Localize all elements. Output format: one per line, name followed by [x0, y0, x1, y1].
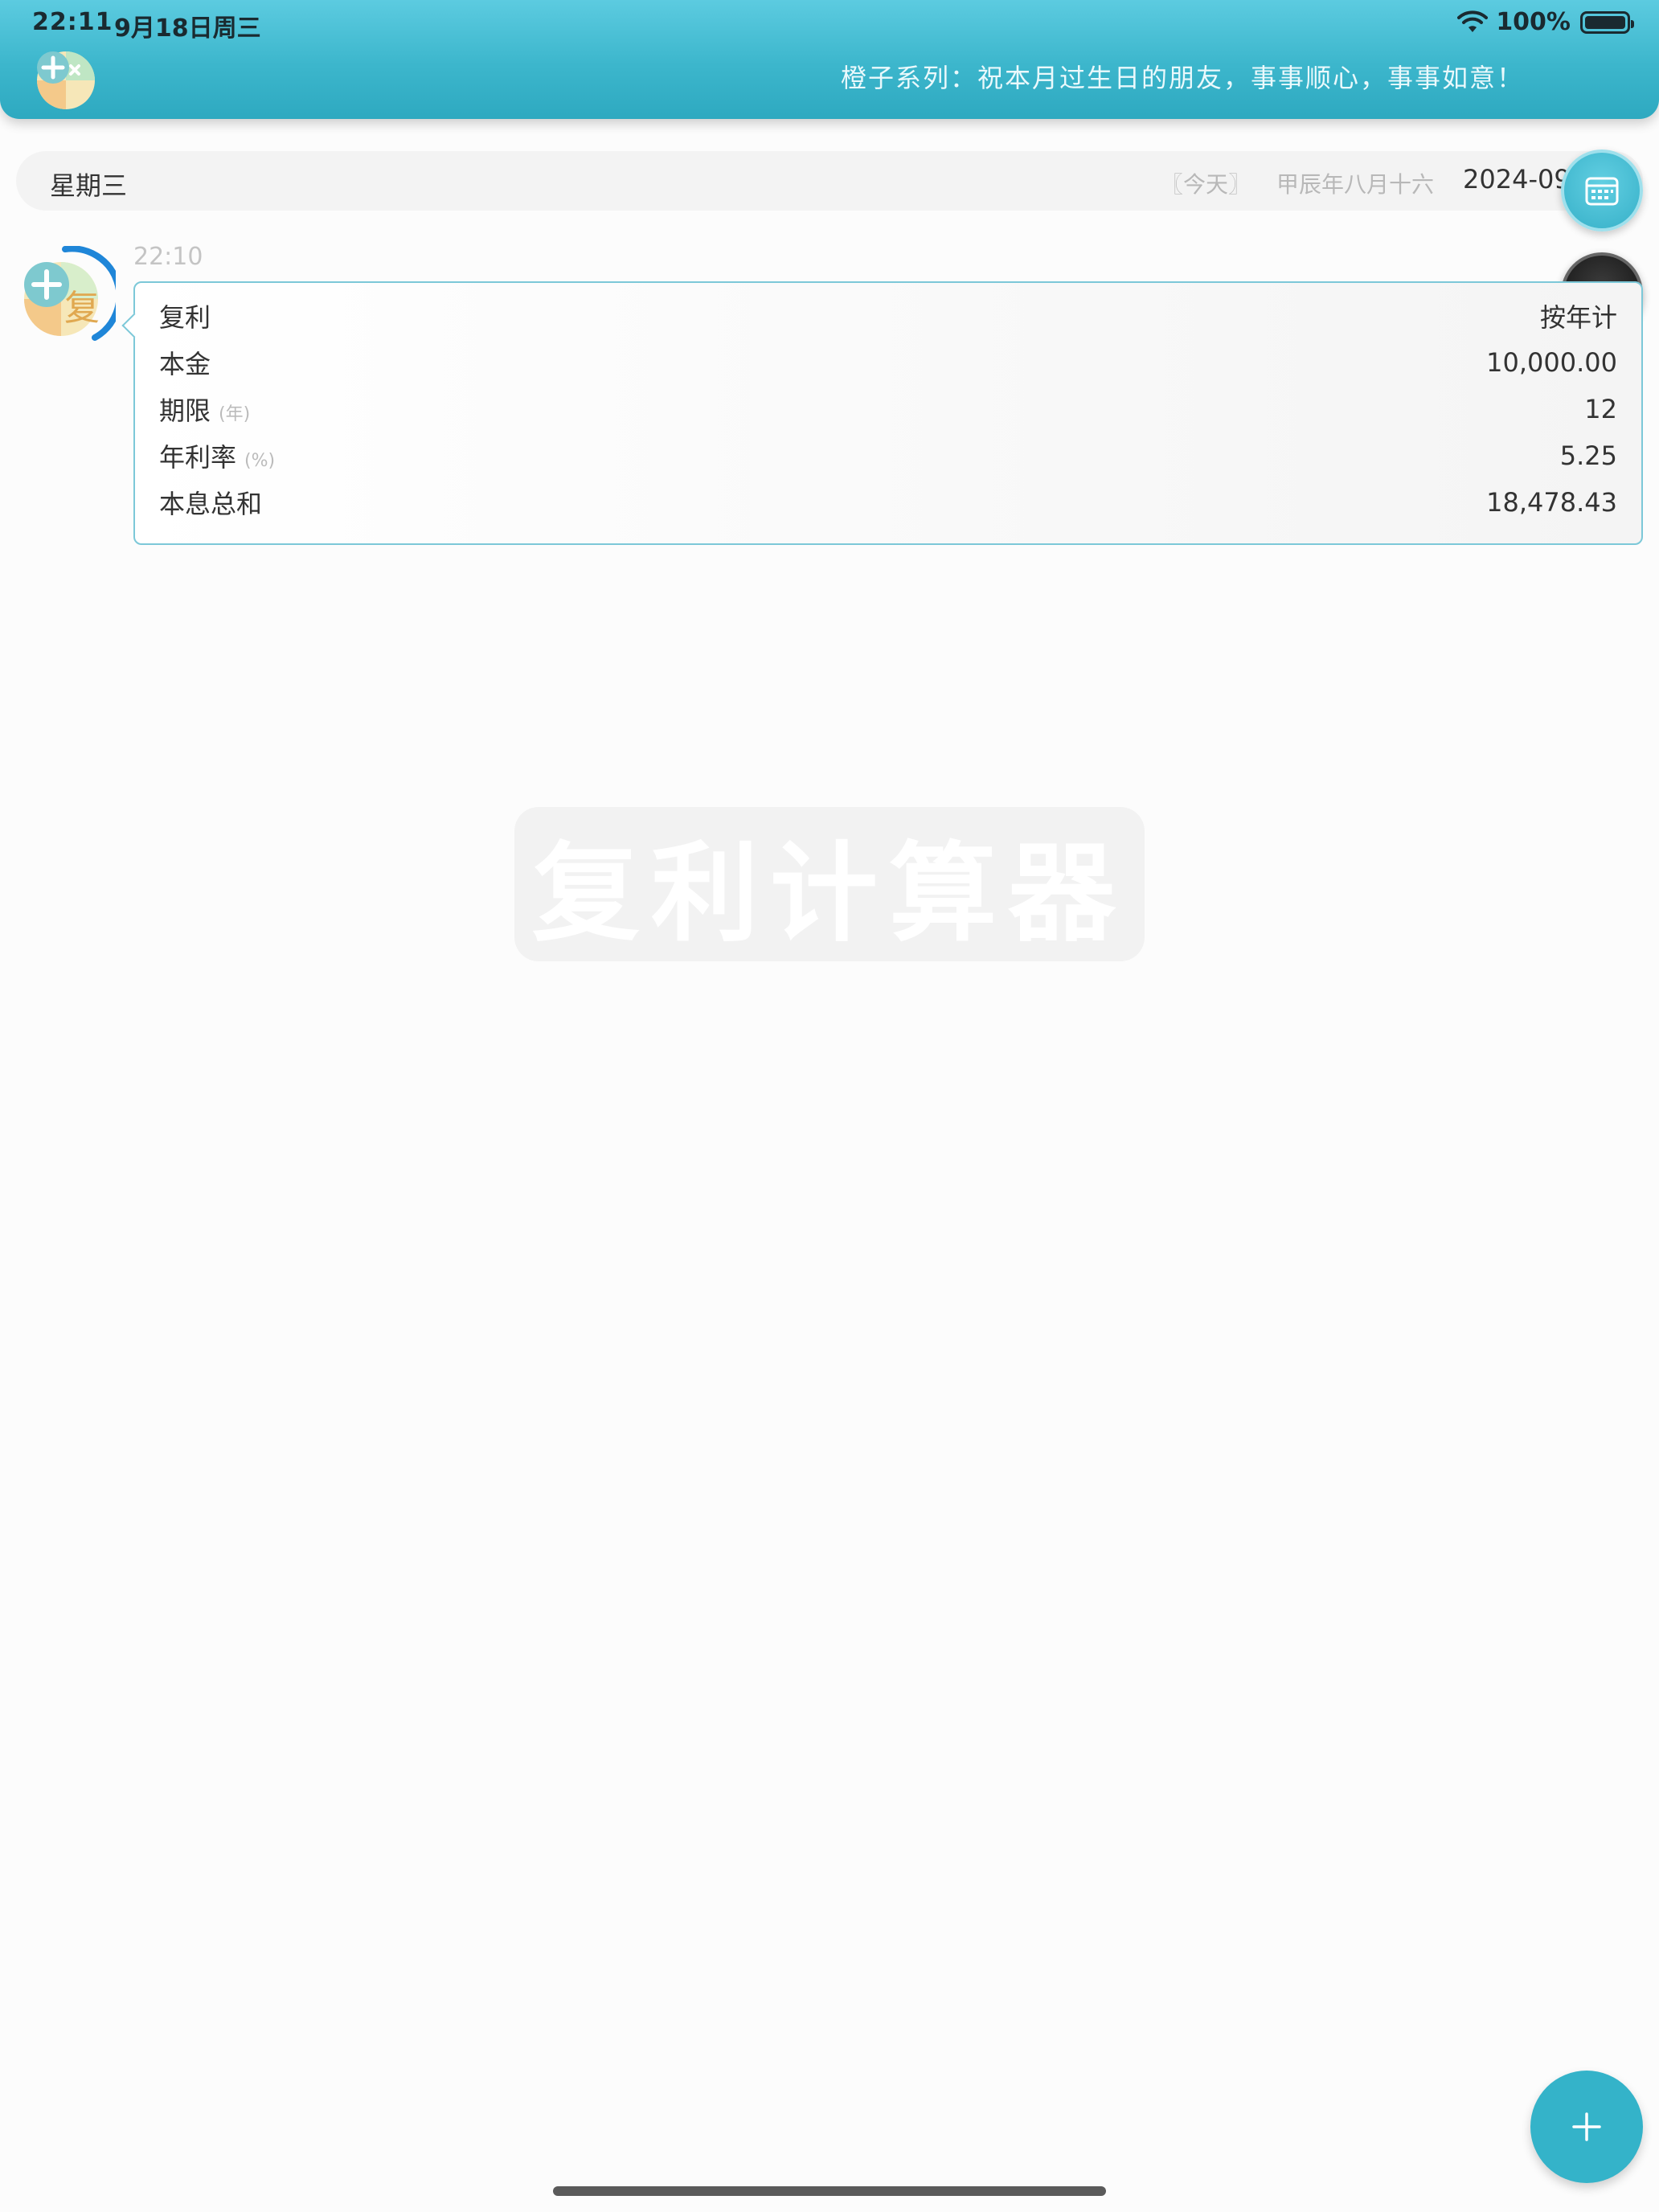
result-label: 本息总和: [159, 489, 263, 519]
plus-icon: [1572, 2112, 1601, 2141]
result-value: 5.25: [1559, 440, 1617, 471]
add-button[interactable]: [1530, 2071, 1643, 2183]
watermark-text: 复利计算器: [531, 831, 1127, 956]
result-value: 10,000.00: [1486, 347, 1617, 378]
status-date: 9月18日周三: [114, 14, 261, 43]
home-indicator[interactable]: [553, 2186, 1106, 2196]
result-row: 期限 (年) 12: [159, 386, 1617, 432]
today-tag: 〖今天〗: [1161, 171, 1251, 198]
wifi-icon: [1457, 10, 1489, 32]
result-row-label-group: 本金: [159, 344, 211, 381]
message-time: 22:10: [133, 243, 203, 271]
watermark: 复利计算器: [514, 807, 1145, 961]
weekday-label: 星期三: [50, 170, 128, 201]
status-indicators: 100%: [1457, 8, 1634, 36]
result-row-label-group: 本息总和: [159, 484, 262, 521]
calendar-icon: [1585, 177, 1619, 206]
lunar-date: 甲辰年八月十六: [1276, 171, 1435, 198]
app-logo-icon[interactable]: [31, 43, 98, 111]
result-row: 年利率 (%) 5.25: [159, 432, 1617, 479]
result-label: 本金: [159, 349, 211, 379]
battery-percent: 100%: [1496, 8, 1571, 36]
status-time: 22:11: [32, 8, 113, 36]
result-value: 按年计: [1539, 302, 1617, 333]
calendar-button[interactable]: [1561, 150, 1643, 231]
result-label: 期限: [159, 395, 211, 426]
result-card[interactable]: 复利 按年计本金 10,000.00 期限 (年) 12 年利率 (%) 5.25 本息总和 18,…: [133, 281, 1643, 545]
result-label: 复利: [159, 302, 211, 333]
result-row-label-group: 复利: [159, 297, 211, 334]
result-row-label-group: 年利率 (%): [159, 437, 275, 474]
result-row: 复利 按年计: [159, 293, 1617, 339]
announcement-marquee: 橙子系列：祝本月过生日的朋友，事事顺心，事事如意！: [840, 63, 1524, 93]
app-screen: 22:11 9月18日周三 100% 橙子系列：祝本月过生日的朋友，事事顺心，事…: [0, 0, 1659, 2212]
battery-icon: [1580, 10, 1634, 34]
result-unit: (年): [219, 404, 251, 424]
result-unit: (%): [244, 451, 276, 471]
gregorian-date: 2024-09: [1463, 164, 1571, 195]
svg-text:复: 复: [64, 288, 100, 329]
avatar[interactable]: 复: [14, 246, 116, 347]
header-bar: 22:11 9月18日周三 100% 橙子系列：祝本月过生日的朋友，事事顺心，事…: [0, 0, 1659, 119]
result-label: 年利率: [159, 442, 237, 473]
result-row-label-group: 期限 (年): [159, 391, 250, 428]
result-value: 18,478.43: [1486, 487, 1617, 518]
result-row: 本金 10,000.00: [159, 339, 1617, 386]
result-value: 12: [1584, 394, 1617, 424]
result-row: 本息总和 18,478.43: [159, 479, 1617, 526]
date-bar[interactable]: 星期三 〖今天〗 甲辰年八月十六 2024-09: [16, 151, 1643, 211]
